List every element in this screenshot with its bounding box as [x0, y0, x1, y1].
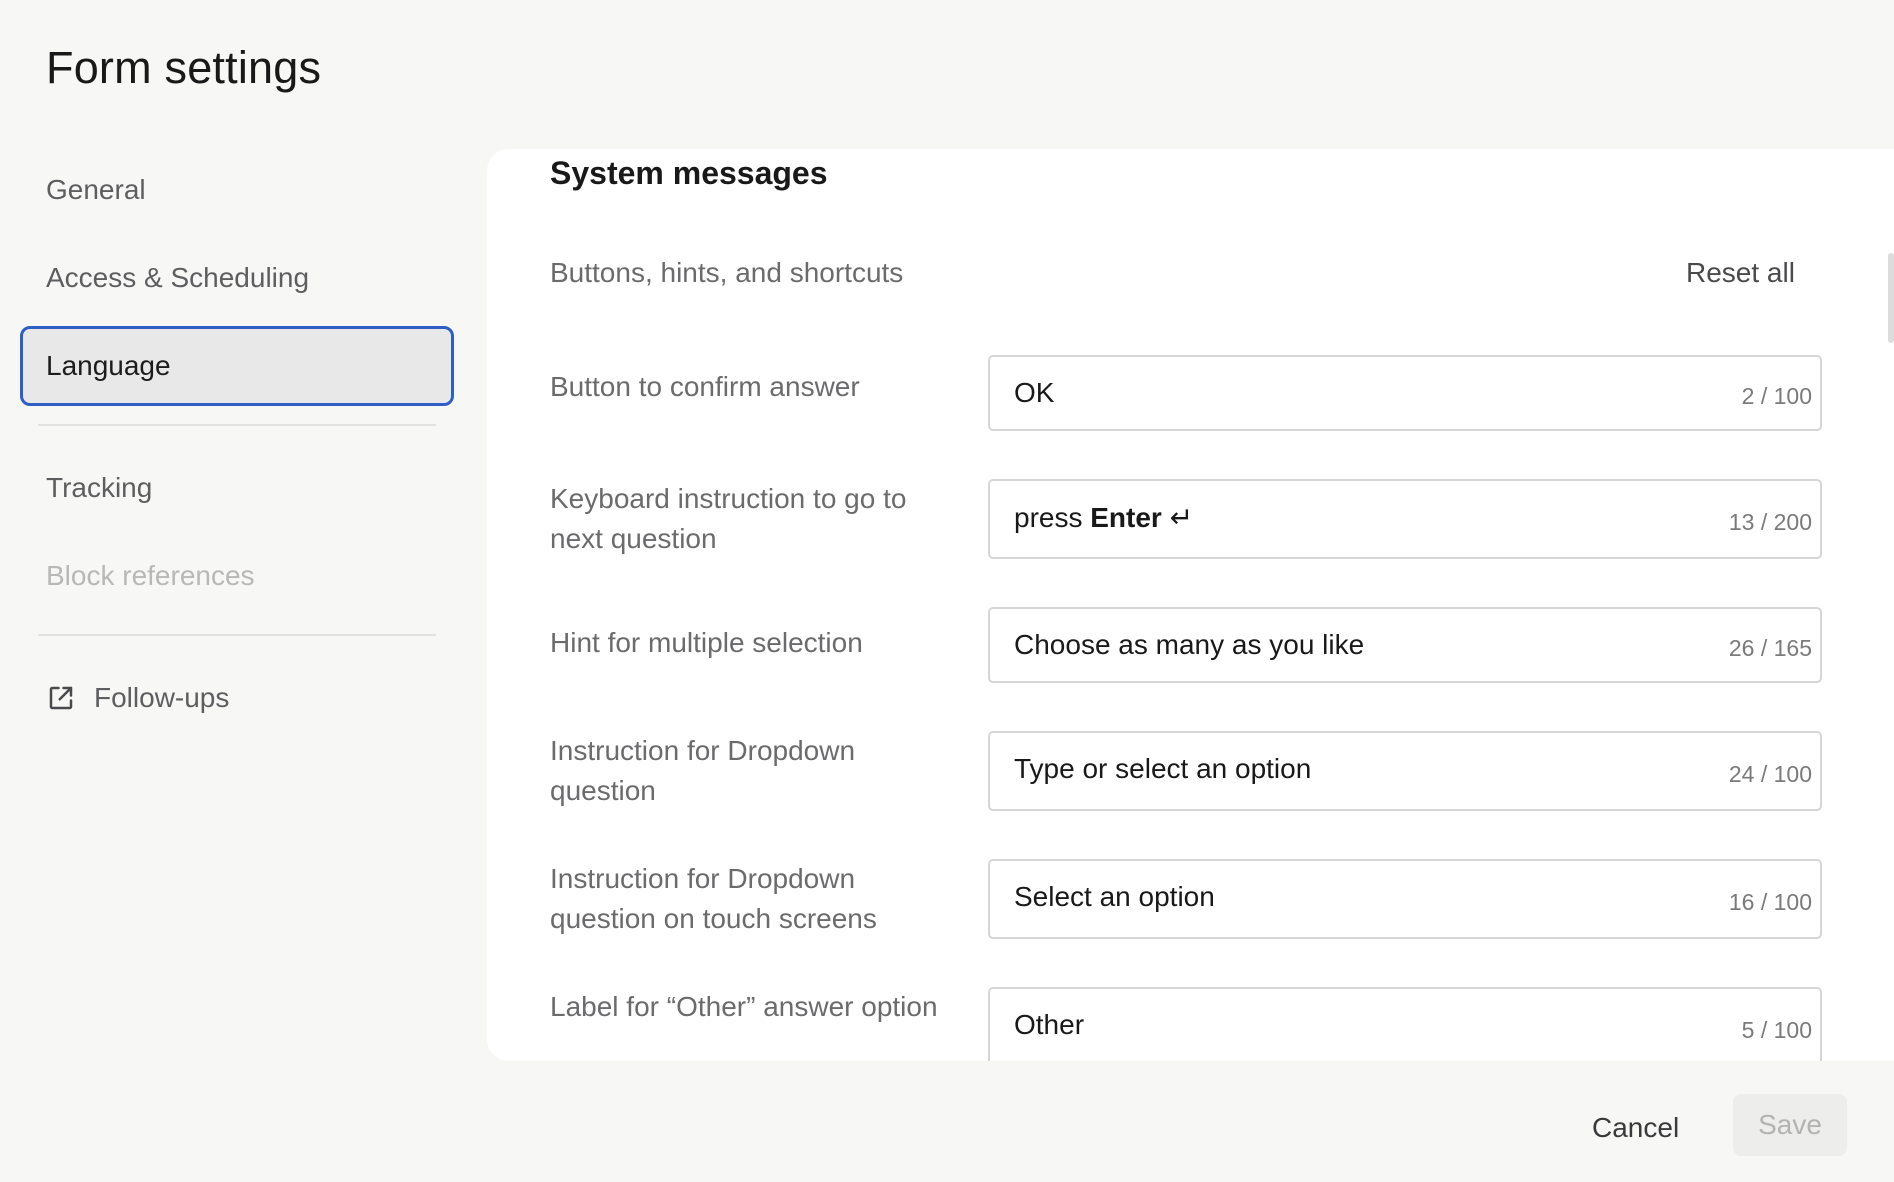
sidebar-item-label: Follow-ups [94, 682, 230, 713]
save-button[interactable]: Save [1733, 1094, 1847, 1156]
sidebar-item-language[interactable]: Language [20, 326, 454, 406]
form-settings-page: Form settings General Access & Schedulin… [0, 0, 1894, 1182]
char-count: 16 / 100 [1728, 889, 1812, 915]
other-label-input[interactable]: Other 5 / 100 [988, 987, 1822, 1061]
confirm-button-input[interactable]: OK 2 / 100 [988, 355, 1822, 431]
input-value: Select an option [1014, 881, 1215, 912]
char-count: 2 / 100 [1741, 383, 1812, 409]
keyboard-instruction-input[interactable]: press Enter ↵ 13 / 200 [988, 479, 1822, 559]
multiple-selection-hint-input[interactable]: Choose as many as you like 26 / 165 [988, 607, 1822, 683]
char-count: 26 / 165 [1728, 635, 1812, 661]
char-count: 5 / 100 [1741, 1017, 1812, 1043]
sidebar-item-label: Block references [46, 560, 255, 591]
input-value: press Enter ↵ [1014, 502, 1194, 533]
sidebar-item-label: Tracking [46, 472, 153, 503]
sidebar: General Access & Scheduling Language Tra… [20, 150, 454, 746]
settings-panel[interactable]: System messages Buttons, hints, and shor… [487, 149, 1894, 1061]
reset-all-button[interactable]: Reset all [1686, 257, 1795, 289]
dropdown-instruction-input[interactable]: Type or select an option 24 / 100 [988, 731, 1822, 811]
sidebar-item-tracking[interactable]: Tracking [20, 448, 454, 528]
sidebar-item-block-references: Block references [20, 536, 454, 616]
row-label: Label for “Other” answer option [550, 991, 938, 1022]
cancel-button[interactable]: Cancel [1592, 1112, 1679, 1144]
dropdown-touch-instruction-input[interactable]: Select an option 16 / 100 [988, 859, 1822, 939]
sidebar-item-label: Access & Scheduling [46, 262, 310, 293]
input-value: OK [1014, 377, 1055, 408]
input-value: Type or select an option [1014, 753, 1312, 784]
sidebar-divider [38, 424, 436, 426]
row-label: Instruction for Dropdown question [550, 735, 856, 806]
char-count: 24 / 100 [1728, 761, 1812, 787]
char-count: 13 / 200 [1728, 509, 1812, 535]
row-label: Instruction for Dropdown question on tou… [550, 863, 877, 934]
external-link-icon [49, 686, 73, 710]
sidebar-divider [38, 634, 436, 636]
row-label: Keyboard instruction to go to next quest… [550, 483, 907, 554]
input-value: Choose as many as you like [1014, 629, 1365, 660]
subsection-title: Buttons, hints, and shortcuts [550, 257, 904, 288]
sidebar-item-follow-ups[interactable]: Follow-ups [20, 658, 454, 738]
scrollbar-thumb[interactable] [1888, 253, 1894, 343]
row-label: Button to confirm answer [550, 371, 860, 402]
sidebar-item-label: Language [46, 350, 171, 381]
row-label: Hint for multiple selection [550, 627, 863, 658]
page-title: Form settings [46, 42, 322, 93]
section-title: System messages [550, 155, 828, 191]
sidebar-item-general[interactable]: General [20, 150, 454, 230]
sidebar-item-access-scheduling[interactable]: Access & Scheduling [20, 238, 454, 318]
input-value: Other [1014, 1009, 1085, 1040]
sidebar-item-label: General [46, 174, 146, 205]
